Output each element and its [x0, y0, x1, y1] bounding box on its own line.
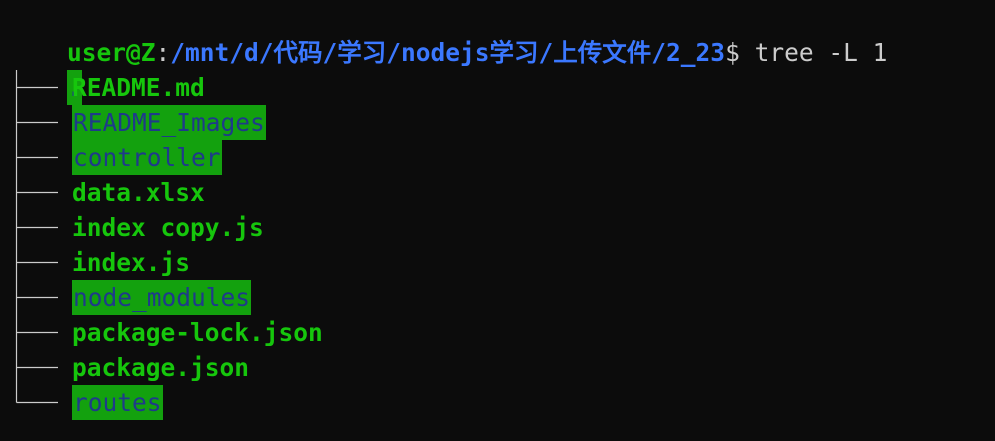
tree-entry-row: node_modules [8, 280, 995, 315]
tree-branch-icon [15, 70, 58, 105]
tree-branch-icon [15, 315, 58, 350]
tree-branch-icon [15, 175, 58, 210]
tree-directory-name: README_Images [72, 105, 266, 140]
tree-file-name: package-lock.json [72, 318, 323, 347]
tree-entry-row: README.md [8, 70, 995, 105]
tree-branch-icon [15, 245, 58, 280]
tree-file-name: data.xlsx [72, 178, 205, 207]
tree-branch-icon [15, 280, 58, 315]
tree-entry-row: package-lock.json [8, 315, 995, 350]
tree-branch-icon [15, 105, 58, 140]
tree-root-line: . [8, 35, 995, 105]
tree-branch-last-icon [15, 385, 58, 404]
prompt-line: user@Z:/mnt/d/代码/学习/nodejs学习/上传文件/2_23$ … [8, 0, 995, 67]
tree-entry-row: data.xlsx [8, 175, 995, 210]
tree-entry-row: README_Images [8, 105, 995, 140]
tree-entry-row: controller [8, 140, 995, 175]
tree-entries: README.md README_Images controller data.xls… [8, 70, 995, 420]
tree-file-name: package.json [72, 353, 250, 382]
tree-entry-row: index.js [8, 245, 995, 280]
tree-entry-row: routes [8, 385, 995, 420]
tree-entry-row: index copy.js [8, 210, 995, 245]
tree-branch-icon [15, 210, 58, 245]
tree-entry-row: package.json [8, 350, 995, 385]
tree-directory-name: controller [72, 140, 222, 175]
tree-branch-icon [15, 350, 58, 385]
tree-file-name: index copy.js [72, 213, 264, 242]
tree-directory-name: routes [72, 385, 163, 420]
tree-directory-name: node_modules [72, 280, 252, 315]
tree-file-name: index.js [72, 248, 191, 277]
tree-file-name: README.md [72, 73, 205, 102]
tree-branch-icon [15, 140, 58, 175]
terminal-window[interactable]: user@Z:/mnt/d/代码/学习/nodejs学习/上传文件/2_23$ … [8, 0, 995, 441]
